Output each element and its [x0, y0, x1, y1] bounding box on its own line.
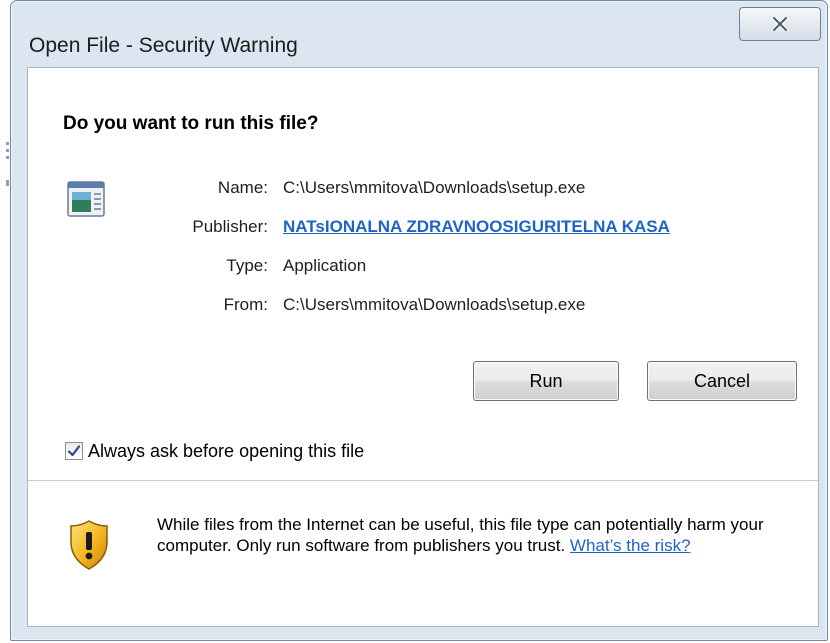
cancel-button[interactable]: Cancel	[647, 361, 797, 401]
type-value: Application	[283, 256, 367, 275]
name-value: C:\Users\mmitova\Downloads\setup.exe	[283, 178, 586, 197]
dialog-content-panel: Do you want to run this file? Name: C:\U…	[27, 67, 819, 627]
risk-link[interactable]: What’s the risk?	[570, 536, 691, 555]
run-button[interactable]: Run	[473, 361, 619, 401]
background-mark	[6, 180, 9, 186]
publisher-label: Publisher:	[192, 217, 268, 236]
security-warning-dialog: Open File - Security Warning Do you want…	[10, 0, 828, 641]
close-button[interactable]	[739, 7, 821, 41]
checkmark-icon	[67, 445, 81, 457]
type-label: Type:	[226, 256, 268, 275]
background-mark	[6, 142, 9, 145]
dialog-question: Do you want to run this file?	[63, 113, 319, 134]
publisher-link[interactable]: NATsIONALNA ZDRAVNOOSIGURITELNA KASA	[283, 217, 670, 237]
from-label: From:	[223, 295, 268, 314]
background-mark	[6, 149, 9, 152]
background-window-strip	[0, 0, 10, 643]
always-ask-label[interactable]: Always ask before opening this file	[88, 441, 364, 462]
section-divider	[28, 480, 818, 481]
warning-shield-icon	[70, 520, 108, 570]
always-ask-checkbox[interactable]	[65, 442, 83, 460]
name-label: Name:	[217, 178, 268, 197]
window-title: Open File - Security Warning	[29, 34, 298, 57]
close-icon	[772, 16, 788, 32]
warning-message: While files from the Internet can be use…	[157, 514, 787, 556]
background-mark	[6, 156, 9, 159]
from-value: C:\Users\mmitova\Downloads\setup.exe	[283, 295, 586, 314]
